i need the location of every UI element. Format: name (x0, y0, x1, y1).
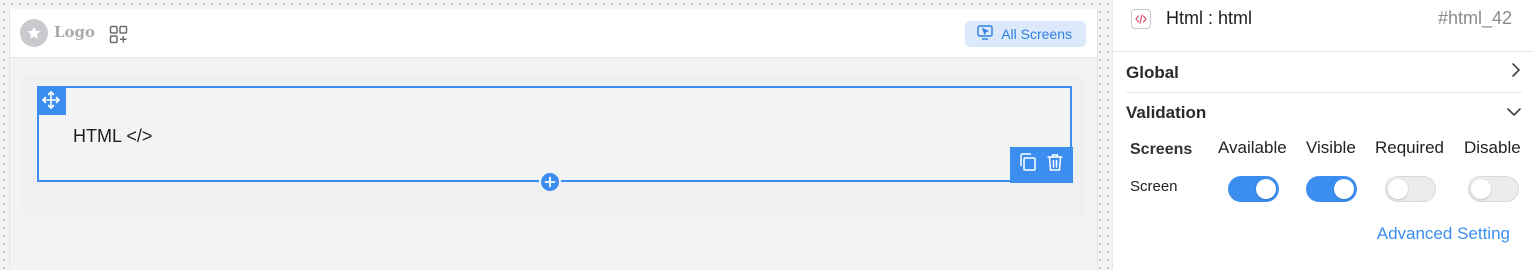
section-global[interactable]: Global (1126, 53, 1522, 93)
component-title: Html : html (1166, 8, 1253, 28)
section-global-label: Global (1126, 62, 1179, 82)
editor-canvas: Logo All Screens HTML </> (0, 0, 1112, 270)
all-screens-button[interactable]: All Screens (965, 21, 1086, 47)
toggle-knob (1471, 179, 1491, 199)
advanced-setting-link[interactable]: Advanced Setting (1377, 224, 1510, 244)
trash-icon[interactable] (1046, 152, 1064, 177)
column-required: Required (1375, 138, 1444, 157)
chevron-down-icon (1506, 103, 1522, 123)
toggle-required[interactable] (1385, 176, 1436, 202)
properties-panel: Html : html #html_42 Global Validation S… (1112, 0, 1534, 270)
star-icon (20, 19, 48, 47)
screen-header: Logo All Screens (10, 9, 1097, 58)
screen-frame: Logo All Screens HTML </> (9, 9, 1098, 270)
column-screens: Screens (1130, 141, 1193, 158)
code-glyph: </> (126, 126, 153, 146)
toggle-knob (1256, 179, 1276, 199)
section-validation[interactable]: Validation (1126, 93, 1522, 133)
column-disable: Disable (1464, 138, 1521, 157)
toggle-knob (1388, 179, 1408, 199)
toggle-visible[interactable] (1306, 176, 1357, 202)
html-block-label: HTML </> (73, 126, 152, 147)
logo-text: Logo (54, 23, 96, 41)
panel-header: Html : html #html_42 (1113, 0, 1534, 52)
plus-icon[interactable] (539, 171, 561, 193)
section-validation-label: Validation (1126, 103, 1207, 122)
copy-icon[interactable] (1018, 152, 1038, 177)
column-visible: Visible (1306, 138, 1356, 157)
all-screens-label: All Screens (1001, 26, 1072, 42)
move-icon[interactable] (36, 85, 66, 115)
widgets-icon[interactable] (109, 25, 129, 45)
component-id: #html_42 (1437, 8, 1512, 28)
toggle-knob (1334, 179, 1354, 199)
html-label-text: HTML (73, 126, 122, 146)
toggle-available[interactable] (1228, 176, 1279, 202)
chevron-right-icon (1510, 62, 1522, 83)
row-screen-label: Screen (1130, 178, 1178, 195)
column-available: Available (1218, 138, 1287, 157)
code-icon (1131, 9, 1151, 29)
screen-cursor-icon (977, 25, 993, 43)
html-component-block[interactable]: HTML </> (36, 85, 1073, 193)
toggle-disable[interactable] (1468, 176, 1519, 202)
block-actions (1009, 146, 1073, 183)
